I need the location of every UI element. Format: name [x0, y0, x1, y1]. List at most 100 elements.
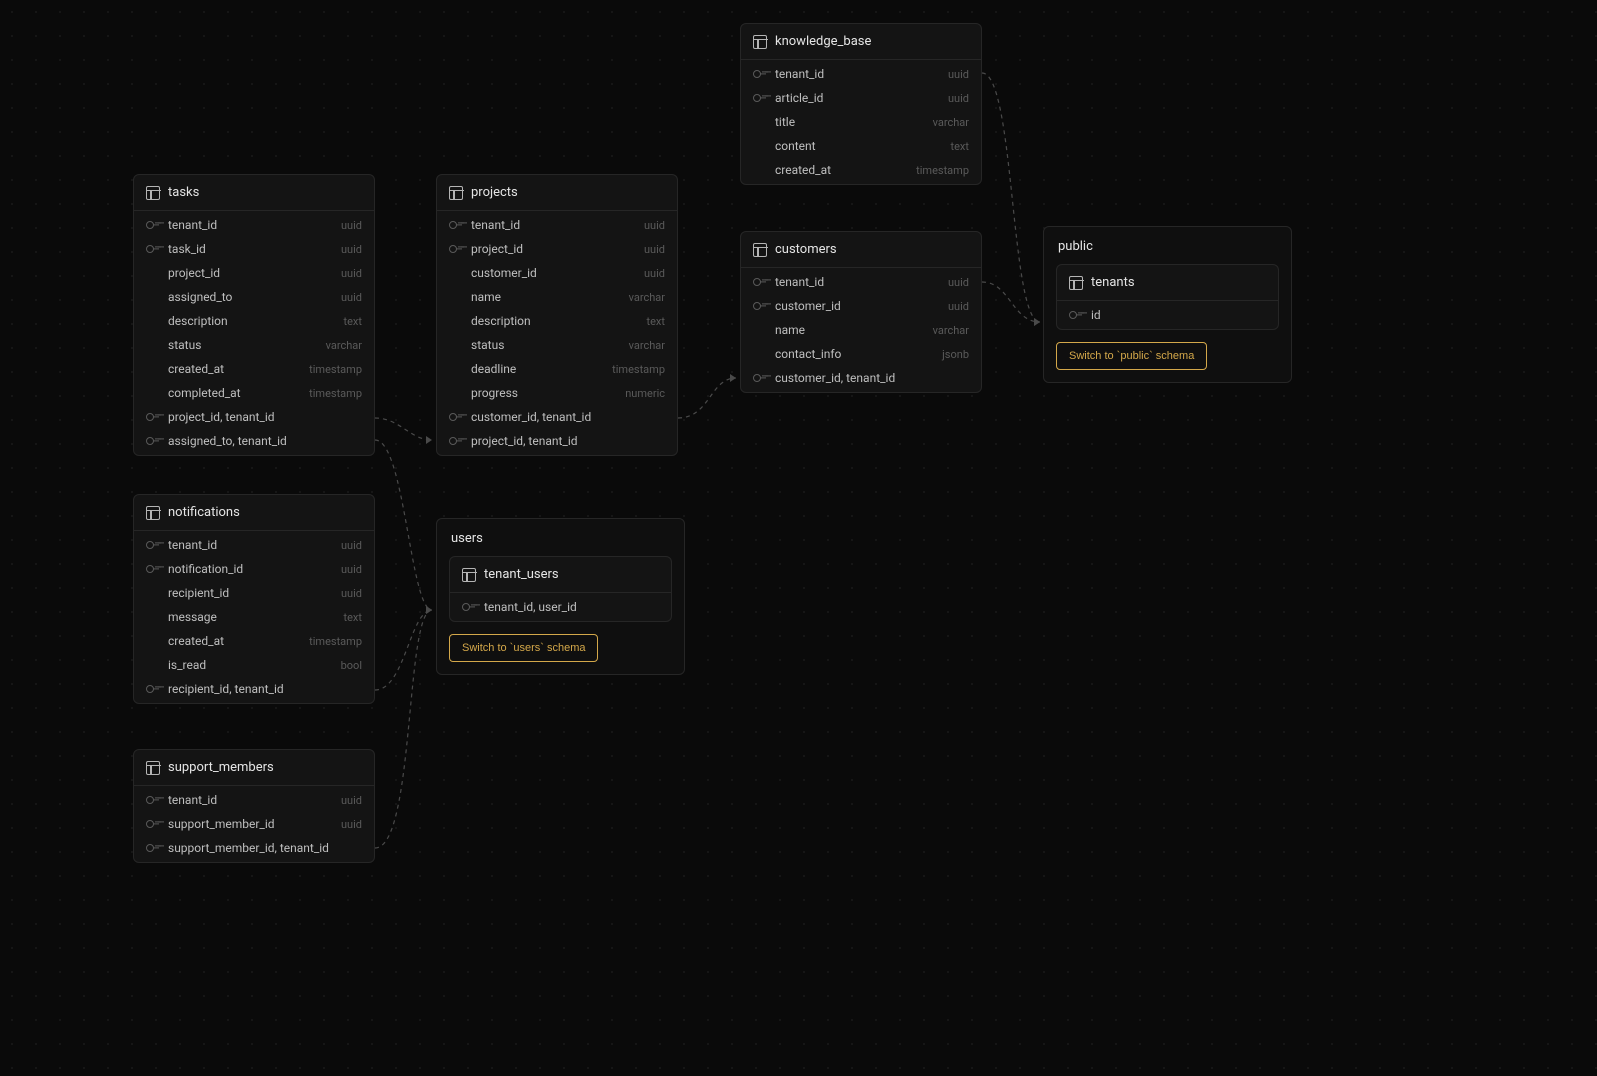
table-column[interactable]: deadlinetimestamp: [437, 357, 677, 381]
column-name: content: [775, 139, 816, 153]
table-column[interactable]: tenant_iduuid: [134, 788, 374, 812]
column-type: uuid: [644, 219, 665, 232]
table-column[interactable]: descriptiontext: [134, 309, 374, 333]
table-column[interactable]: id: [1057, 303, 1278, 327]
table-column[interactable]: customer_id, tenant_id: [437, 405, 677, 429]
table-column[interactable]: status varchar: [437, 333, 677, 357]
table-column[interactable]: project_id, tenant_id: [134, 405, 374, 429]
column-type: timestamp: [916, 164, 969, 177]
table-column[interactable]: tenant_iduuid: [741, 270, 981, 294]
table-column[interactable]: customer_id, tenant_id: [741, 366, 981, 390]
table-column[interactable]: recipient_iduuid: [134, 581, 374, 605]
column-name: is_read: [168, 658, 206, 672]
table-notifications[interactable]: notificationstenant_iduuidnotification_i…: [133, 494, 375, 704]
table-title: knowledge_base: [775, 34, 871, 49]
table-header: notifications: [134, 495, 374, 531]
table-column[interactable]: support_member_iduuid: [134, 812, 374, 836]
column-name: assigned_to, tenant_id: [168, 434, 287, 448]
table-column[interactable]: assigned_to, tenant_id: [134, 429, 374, 453]
column-name: contact_info: [775, 347, 841, 361]
table-column[interactable]: name varchar: [437, 285, 677, 309]
table-column[interactable]: tenant_iduuid: [134, 533, 374, 557]
switch-schema-button[interactable]: Switch to `users` schema: [449, 634, 598, 662]
column-name: progress: [471, 386, 518, 400]
table-column[interactable]: created_at timestamp: [134, 357, 374, 381]
column-name: created_at: [168, 362, 224, 376]
table-icon: [146, 506, 160, 520]
column-type: bool: [341, 659, 362, 672]
table-column[interactable]: tenant_iduuid: [741, 62, 981, 86]
table-title: support_members: [168, 760, 274, 775]
key-icon: [753, 301, 767, 311]
table-column[interactable]: completed_attimestamp: [134, 381, 374, 405]
key-icon: [753, 277, 767, 287]
column-type: uuid: [341, 818, 362, 831]
table-rows: tenant_iduuidsupport_member_iduuidsuppor…: [134, 786, 374, 862]
column-type: timestamp: [612, 363, 665, 376]
column-name: recipient_id, tenant_id: [168, 682, 284, 696]
column-type: uuid: [644, 243, 665, 256]
table-column[interactable]: created_attimestamp: [134, 629, 374, 653]
column-name: completed_at: [168, 386, 241, 400]
table-column[interactable]: name varchar: [741, 318, 981, 342]
column-name: status: [471, 338, 504, 352]
table-title: projects: [471, 185, 518, 200]
schema-public[interactable]: public tenantsid Switch to `public` schema: [1043, 226, 1292, 383]
table-column[interactable]: descriptiontext: [437, 309, 677, 333]
table-column[interactable]: project_id, tenant_id: [437, 429, 677, 453]
column-type: timestamp: [309, 363, 362, 376]
key-icon: [449, 220, 463, 230]
table-column[interactable]: contenttext: [741, 134, 981, 158]
column-type: timestamp: [309, 635, 362, 648]
column-type: uuid: [341, 587, 362, 600]
table-tenants[interactable]: tenantsid: [1056, 264, 1279, 330]
table-column[interactable]: contact_infojsonb: [741, 342, 981, 366]
table-column[interactable]: messagetext: [134, 605, 374, 629]
column-name: tenant_id: [168, 538, 217, 552]
table-rows: tenant_iduuidcustomer_iduuidname varchar c…: [741, 268, 981, 392]
column-type: varchar: [629, 339, 665, 352]
table-column[interactable]: project_iduuid: [134, 261, 374, 285]
table-tenant_users[interactable]: tenant_users tenant_id, user_id: [449, 556, 672, 622]
table-column[interactable]: notification_iduuid: [134, 557, 374, 581]
table-column[interactable]: task_iduuid: [134, 237, 374, 261]
table-title: tenant_users: [484, 567, 559, 582]
table-knowledge_base[interactable]: knowledge_base tenant_iduuidarticle_iduui…: [740, 23, 982, 185]
column-type: varchar: [629, 291, 665, 304]
table-tasks[interactable]: taskstenant_iduuidtask_iduuidproject_idu…: [133, 174, 375, 456]
column-type: varchar: [933, 324, 969, 337]
column-type: text: [344, 611, 363, 624]
table-column[interactable]: tenant_iduuid: [437, 213, 677, 237]
table-column[interactable]: created_attimestamp: [741, 158, 981, 182]
table-column[interactable]: customer_iduuid: [437, 261, 677, 285]
column-name: title: [775, 115, 795, 129]
schema-title: public: [1056, 239, 1279, 254]
table-column[interactable]: is_read bool: [134, 653, 374, 677]
table-column[interactable]: support_member_id, tenant_id: [134, 836, 374, 860]
table-column[interactable]: assigned_touuid: [134, 285, 374, 309]
table-column[interactable]: titlevarchar: [741, 110, 981, 134]
column-type: uuid: [644, 267, 665, 280]
column-name: tenant_id: [775, 275, 824, 289]
column-name: project_id, tenant_id: [168, 410, 275, 424]
column-name: name: [471, 290, 501, 304]
table-column[interactable]: customer_iduuid: [741, 294, 981, 318]
table-column[interactable]: recipient_id, tenant_id: [134, 677, 374, 701]
table-customers[interactable]: customerstenant_iduuidcustomer_iduuidnam…: [740, 231, 982, 393]
table-column[interactable]: article_iduuid: [741, 86, 981, 110]
table-column[interactable]: tenant_iduuid: [134, 213, 374, 237]
table-support_members[interactable]: support_memberstenant_iduuidsupport_memb…: [133, 749, 375, 863]
table-column[interactable]: tenant_id, user_id: [450, 595, 671, 619]
column-type: uuid: [341, 243, 362, 256]
table-column[interactable]: project_iduuid: [437, 237, 677, 261]
key-icon: [146, 436, 160, 446]
switch-schema-button[interactable]: Switch to `public` schema: [1056, 342, 1207, 370]
table-icon: [462, 568, 476, 582]
table-column[interactable]: statusvarchar: [134, 333, 374, 357]
key-icon: [449, 436, 463, 446]
table-icon: [1069, 276, 1083, 290]
table-column[interactable]: progressnumeric: [437, 381, 677, 405]
schema-users[interactable]: userstenant_userstenant_id, user_idSwitc…: [436, 518, 685, 675]
column-name: name: [775, 323, 805, 337]
table-projects[interactable]: projectstenant_iduuidproject_iduuidcusto…: [436, 174, 678, 456]
